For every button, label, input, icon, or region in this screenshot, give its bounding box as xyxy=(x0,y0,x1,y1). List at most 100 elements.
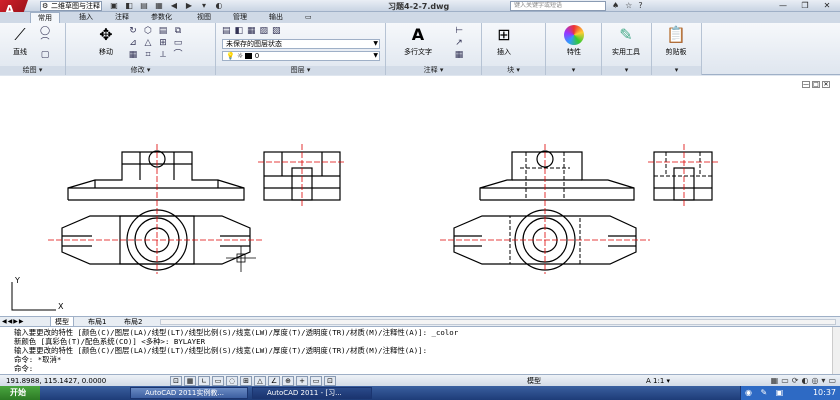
drawing-canvas[interactable]: — □ ✕ Y X xyxy=(0,76,840,316)
chamfer-icon[interactable]: ⌒ xyxy=(171,50,185,61)
save-icon[interactable]: ▤ xyxy=(138,1,150,11)
favorites-icon[interactable]: ☆ xyxy=(625,1,632,11)
hatch-icon[interactable]: ⌗ xyxy=(141,50,155,61)
tab-view[interactable]: 视图 xyxy=(190,12,218,23)
arc-icon[interactable]: ⌒ xyxy=(38,38,52,49)
otrack-toggle[interactable]: ∠ xyxy=(268,376,280,386)
layer-state-dropdown[interactable]: 未保存的图层状态 ▼ xyxy=(222,39,380,49)
dyn-toggle[interactable]: + xyxy=(296,376,308,386)
pan-icon[interactable]: ⟳ xyxy=(792,376,799,386)
trim-icon[interactable]: ▤ xyxy=(156,26,170,37)
move-button[interactable]: ✥ 移动 xyxy=(88,25,124,63)
osnap-toggle[interactable]: ⊞ xyxy=(240,376,252,386)
multiline-text-button[interactable]: A 多行文字 xyxy=(396,25,440,63)
tab-parametric[interactable]: 参数化 xyxy=(144,12,179,23)
taskbar-item-autocad[interactable]: AutoCAD 2011 - [习... xyxy=(252,387,372,399)
draw-panel-title[interactable]: 绘图 ▾ xyxy=(0,66,65,75)
table-icon[interactable]: ▦ xyxy=(452,50,466,61)
3d-osnap-toggle[interactable]: △ xyxy=(254,376,266,386)
chevron-down-icon: ▼ xyxy=(373,40,378,47)
status-menu-icon[interactable]: ▾ xyxy=(821,376,825,386)
clean-screen-icon[interactable]: ▭ xyxy=(828,376,836,386)
stretch-icon[interactable]: ▭ xyxy=(171,38,185,49)
zoom-icon[interactable]: ◐ xyxy=(801,376,808,386)
plot-icon[interactable]: ◐ xyxy=(213,1,225,11)
tab-insert[interactable]: 插入 xyxy=(72,12,100,23)
ducs-toggle[interactable]: ⊕ xyxy=(282,376,294,386)
utilities-button[interactable]: ✎ 实用工具 xyxy=(608,25,644,63)
tab-extra[interactable]: ▭ xyxy=(298,12,319,23)
copy-icon[interactable]: ⧉ xyxy=(171,26,185,37)
tab-manage[interactable]: 管理 xyxy=(226,12,254,23)
tab-home[interactable]: 常用 xyxy=(30,12,60,23)
quick-view-drawings-icon[interactable]: ▭ xyxy=(781,376,789,386)
scale-icon[interactable]: ▦ xyxy=(126,50,140,61)
workspace-dropdown[interactable]: ⚙ 二维草图与注释 xyxy=(40,1,102,11)
modify-panel: ✥ 移动 ↻ ⬡ ▤ ⧉ ⊿ △ ⊞ ▭ ▦ ⌗ ⟂ ⌒ 修改 ▾ xyxy=(66,23,216,75)
mirror-icon[interactable]: △ xyxy=(141,38,155,49)
text-a-icon: A xyxy=(411,25,425,44)
line-button[interactable]: ⟋ 直线 xyxy=(2,25,38,63)
line-icon: ⟋ xyxy=(14,25,26,44)
offset-icon[interactable]: ⟂ xyxy=(156,50,170,61)
ortho-toggle[interactable]: ▭ xyxy=(212,376,224,386)
utilities-panel-title[interactable]: ▾ xyxy=(602,66,651,75)
infer-constraints-toggle[interactable]: ⊡ xyxy=(170,376,182,386)
rotate-icon[interactable]: ↻ xyxy=(126,26,140,37)
block-panel-title[interactable]: 块 ▾ xyxy=(482,66,545,75)
fillet-icon[interactable]: ⊿ xyxy=(126,38,140,49)
transparency-toggle[interactable]: ⊡ xyxy=(324,376,336,386)
help-icon[interactable]: ? xyxy=(638,1,642,11)
save-as-icon[interactable]: ▦ xyxy=(153,1,165,11)
command-scrollbar[interactable] xyxy=(832,327,840,375)
communication-center-icon[interactable]: ♠ xyxy=(612,1,619,11)
annotation-panel-title[interactable]: 注释 ▾ xyxy=(386,66,481,75)
close-button[interactable]: ✕ xyxy=(816,0,838,11)
dimension-icon[interactable]: ⊢ xyxy=(452,26,466,37)
array-icon[interactable]: ⊞ xyxy=(156,38,170,49)
rectangle-icon[interactable]: ▢ xyxy=(38,50,52,61)
redo-icon[interactable]: ▶ xyxy=(183,1,195,11)
chevron-down-icon: ▼ xyxy=(373,52,378,59)
horizontal-scrollbar[interactable] xyxy=(160,319,836,325)
minimize-button[interactable]: — xyxy=(772,0,794,11)
layer-name-value: 0 xyxy=(254,52,260,60)
lineweight-toggle[interactable]: ▭ xyxy=(310,376,322,386)
tab-output[interactable]: 输出 xyxy=(262,12,290,23)
command-input[interactable]: 命令: xyxy=(14,364,33,373)
layer-dropdown[interactable]: 💡 ☼ 0 ▼ xyxy=(222,51,380,61)
circle-icon[interactable]: ◯ xyxy=(38,26,52,37)
search-input[interactable]: 键入关键字或短语 xyxy=(510,1,606,11)
taskbar-item-tutorial[interactable]: AutoCAD 2011实例教... xyxy=(130,387,248,399)
new-file-icon[interactable]: ▣ xyxy=(108,1,120,11)
status-bar: 191.8988, 115.1427, 0.0000 ⊡ ▦ ∟ ▭ ◌ ⊞ △… xyxy=(0,374,840,386)
modify-panel-title[interactable]: 修改 ▾ xyxy=(66,66,215,75)
snap-toggle[interactable]: ▦ xyxy=(184,376,196,386)
steering-wheel-icon[interactable]: ◎ xyxy=(811,376,818,386)
open-file-icon[interactable]: ◧ xyxy=(123,1,135,11)
qat-dropdown-icon[interactable]: ▾ xyxy=(198,1,210,11)
undo-icon[interactable]: ◀ xyxy=(168,1,180,11)
leader-icon[interactable]: ↗ xyxy=(452,38,466,49)
front-view-1 xyxy=(67,150,245,201)
insert-block-button[interactable]: ⊞ 插入 xyxy=(486,25,522,63)
quick-view-layouts-icon[interactable]: ▦ xyxy=(771,376,779,386)
layer-tool-icons[interactable]: ▤◧▦▨▧ xyxy=(222,26,285,36)
title-icon-group: ♠ ☆ ? xyxy=(612,1,643,11)
clipboard-icon: 📋 xyxy=(666,25,686,44)
properties-button[interactable]: 特性 xyxy=(556,25,592,63)
ribbon-tabs: 常用 插入 注释 参数化 视图 管理 输出 ▭ xyxy=(0,12,840,23)
layers-panel-title[interactable]: 图层 ▾ xyxy=(216,66,385,75)
polar-toggle[interactable]: ◌ xyxy=(226,376,238,386)
grid-toggle[interactable]: ∟ xyxy=(198,376,210,386)
polygon-icon[interactable]: ⬡ xyxy=(141,26,155,37)
clipboard-panel-title[interactable]: ▾ xyxy=(652,66,701,75)
properties-label: 特性 xyxy=(567,48,581,56)
start-button[interactable]: 开始 xyxy=(0,386,40,400)
clipboard-button[interactable]: 📋 剪贴板 xyxy=(658,25,694,63)
tray-icons[interactable]: ◉ ✎ ▣ xyxy=(745,386,786,400)
properties-panel-title[interactable]: ▾ xyxy=(546,66,601,75)
windows-taskbar: 开始 AutoCAD 2011实例教... AutoCAD 2011 - [习.… xyxy=(0,386,840,400)
tab-annotate[interactable]: 注释 xyxy=(108,12,136,23)
restore-button[interactable]: ❐ xyxy=(794,0,816,11)
